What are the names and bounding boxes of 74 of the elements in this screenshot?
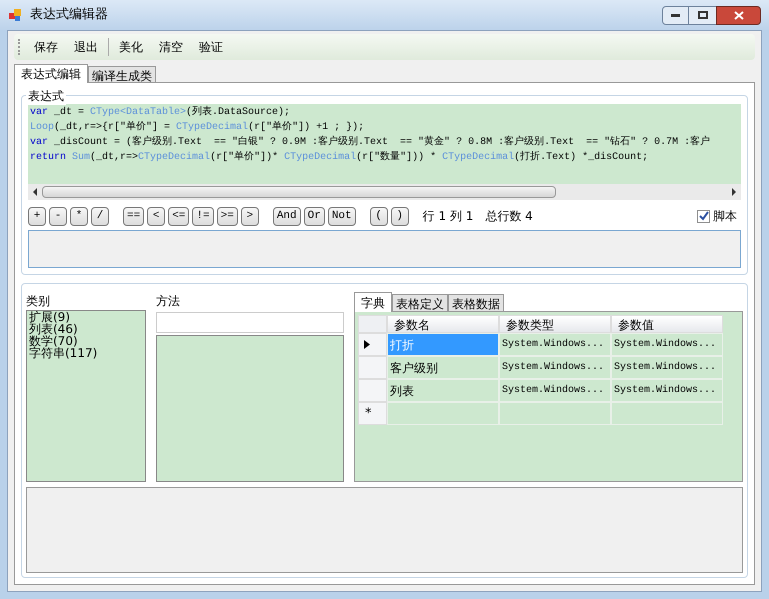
table-cell: System.Windows... [611,379,723,402]
tab[interactable]: 表格数据 [448,294,504,312]
category-item[interactable]: 扩展(9) [29,311,143,323]
category-list[interactable]: 扩展(9) 列表(46) 数学(70) 字符串(117) [26,310,146,482]
table-cell: 打折 [387,333,499,356]
message-box[interactable] [26,487,743,573]
table-cell: System.Windows... [611,333,723,356]
code-line: return Sum(_dt,r=>CTypeDecimal(r["单价"])* CTypeDecimal(r["数量"])) * CTypeDecimal(打折.Text) *_disCount; [30,150,648,165]
operator-button[interactable]: Not [328,206,356,226]
scrollbar-thumb[interactable] [42,186,556,198]
code-editor[interactable] [28,104,741,200]
toolbar-button[interactable]: 美化 [113,38,149,56]
tab[interactable]: 字典 [354,292,392,312]
tab[interactable]: 表达式编辑 [14,64,88,83]
current-row-icon [364,340,370,349]
operator-button[interactable]: * [70,206,88,226]
minimize-button[interactable] [662,6,689,24]
column-header[interactable]: 参数类型 [499,315,611,333]
right-arrow-icon [729,187,739,197]
row-header-corner [358,315,387,333]
checkbox-label: 脚本 [713,208,737,225]
column-header[interactable]: 参数名 [387,315,499,333]
operator-button[interactable]: ( [370,206,388,226]
app-icon [8,8,22,22]
operator-button[interactable]: >= [216,206,238,226]
tab[interactable]: 编译生成类 [88,66,156,83]
operator-button[interactable]: Or [304,206,325,226]
horizontal-scrollbar[interactable] [28,184,741,200]
category-item[interactable]: 数学(70) [29,335,143,347]
operator-button[interactable]: > [240,206,259,226]
operator-button[interactable]: / [91,206,109,226]
check-icon [698,211,708,221]
minimize-icon [671,14,680,16]
operator-button[interactable]: == [123,206,144,226]
group-title: 表达式 [26,87,66,105]
operator-button[interactable]: ) [390,206,409,226]
operator-button[interactable]: < [147,206,166,226]
operator-button[interactable]: - [49,206,67,226]
row-header[interactable] [358,333,387,356]
table-cell: 列表 [387,379,499,402]
category-label: 类别 [26,293,51,310]
table-cell: 客户级别 [387,356,499,379]
method-list[interactable] [156,335,344,482]
toolbar-button[interactable]: 清空 [153,38,189,56]
code-line: var _dt = CType<DataTable>(列表.DataSource); [30,105,290,120]
maximize-icon [698,11,708,19]
category-item[interactable]: 列表(46) [29,323,143,335]
table-cell: System.Windows... [499,333,611,356]
method-label: 方法 [156,293,181,310]
status-text: 行 1 列 1 [422,208,474,225]
tab[interactable]: 表格定义 [392,294,448,312]
operator-button[interactable]: <= [168,206,190,226]
code-line: var _disCount = (客户级别.Text == "白银" ? 0.9M :客户级别.Text == "黄金" ? 0.8M :客户级别.Text == "钻石" ? 0.7M :客户 [30,135,710,150]
close-button[interactable] [716,6,761,24]
table-cell: System.Windows... [611,356,723,379]
window-title: 表达式编辑器 [30,6,108,24]
close-icon [734,10,744,20]
output-box[interactable] [28,230,741,268]
column-header[interactable]: 参数值 [611,315,723,333]
toolbar-button[interactable]: 保存 [28,38,64,56]
toolbar-button[interactable]: 退出 [68,38,104,56]
operator-button[interactable]: != [192,206,214,226]
code-line: Loop(_dt,r=>{r["单价"] = CTypeDecimal(r["单价"]) +1 ; }); [30,120,364,135]
toolbar-button[interactable]: 验证 [193,38,229,56]
method-search-field[interactable] [156,312,344,333]
operator-button[interactable]: + [28,206,46,226]
status-text: 总行数 4 [485,208,533,225]
checkbox[interactable] [697,210,710,222]
table-cell: System.Windows... [499,356,611,379]
operator-button[interactable]: And [272,206,301,226]
category-item[interactable]: 字符串(117) [29,347,143,359]
row-header[interactable]: * [358,402,387,425]
maximize-button[interactable] [689,6,716,24]
table-cell: System.Windows... [499,379,611,402]
